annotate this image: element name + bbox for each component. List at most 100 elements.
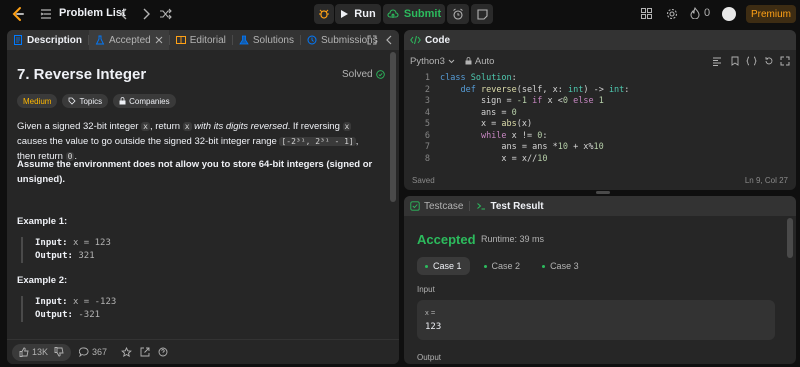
- topics-label: Topics: [79, 96, 103, 106]
- topics-badge[interactable]: Topics: [62, 94, 109, 108]
- example-title: Example 1:: [17, 216, 68, 227]
- notes-button[interactable]: [471, 4, 493, 24]
- tag-icon: [69, 97, 77, 105]
- panel-resize-handle[interactable]: [596, 191, 610, 194]
- result-scrollbar[interactable]: [787, 218, 793, 258]
- thumbs-up-icon: [19, 347, 29, 357]
- star-icon[interactable]: [121, 346, 132, 358]
- example-block: Input: x = -123 Output: -321: [21, 296, 116, 322]
- chevron-right-icon[interactable]: [140, 7, 152, 21]
- thumbs-down-icon[interactable]: [54, 347, 64, 357]
- shuffle-icon[interactable]: [159, 7, 173, 21]
- solved-label: Solved: [342, 69, 373, 80]
- input-var-value: 123: [425, 322, 442, 332]
- expand-icon[interactable]: [367, 35, 377, 45]
- braces-icon[interactable]: [746, 56, 757, 66]
- tab-solutions-label: Solutions: [252, 34, 294, 46]
- case-tab-3[interactable]: Case 3: [534, 257, 587, 275]
- tab-editorial[interactable]: Editorial: [170, 30, 232, 50]
- streak-count: 0: [704, 7, 711, 19]
- streak-counter[interactable]: 0: [690, 7, 710, 19]
- input-var-name: x =: [425, 308, 436, 317]
- play-icon: [341, 10, 349, 18]
- language-select[interactable]: Python3: [410, 56, 455, 67]
- help-icon[interactable]: [158, 347, 168, 357]
- problem-list-link[interactable]: Problem List: [59, 7, 126, 19]
- expand-icon[interactable]: [780, 56, 790, 66]
- case-tab-2[interactable]: Case 2: [476, 257, 529, 275]
- example-input: x = -123: [72, 297, 117, 307]
- leetcode-logo-icon[interactable]: [10, 6, 26, 22]
- case-label: Case 1: [433, 261, 462, 271]
- code-toolbar: Python3 Auto: [404, 50, 796, 72]
- chevron-left-icon[interactable]: [118, 7, 130, 21]
- code-tab-bar: Code: [404, 30, 796, 50]
- reset-icon[interactable]: [764, 56, 774, 66]
- like-dislike-group: 13K: [12, 343, 72, 361]
- tab-test-result-label: Test Result: [490, 200, 544, 212]
- description-scrollbar[interactable]: [390, 52, 396, 202]
- problem-list-icon[interactable]: [40, 8, 52, 20]
- run-button[interactable]: Run: [335, 4, 381, 24]
- premium-button[interactable]: Premium: [746, 5, 796, 23]
- avatar[interactable]: [722, 7, 736, 21]
- tab-code[interactable]: Code: [404, 30, 456, 50]
- code-range: [-2³¹, 2³¹ - 1]: [279, 137, 356, 146]
- document-icon: [14, 35, 22, 45]
- output-label: Output:: [35, 310, 73, 320]
- alarm-clock-icon: [453, 8, 463, 20]
- share-icon[interactable]: [140, 347, 150, 357]
- tab-test-result[interactable]: Test Result: [470, 196, 549, 216]
- problem-title: 7. Reverse Integer: [17, 66, 147, 83]
- desc-text: , return: [149, 121, 183, 132]
- code-x: x: [342, 122, 352, 131]
- tab-solutions[interactable]: Solutions: [233, 30, 300, 50]
- input-label: Input:: [35, 297, 68, 307]
- tab-editorial-label: Editorial: [189, 34, 226, 46]
- pass-dot: [425, 264, 428, 268]
- format-icon[interactable]: [712, 56, 722, 66]
- problem-badges: Medium Topics Companies: [17, 94, 176, 108]
- fire-icon: [690, 7, 700, 19]
- code-brackets-icon: [410, 35, 421, 45]
- case-tab-1[interactable]: Case 1: [417, 257, 470, 275]
- code-editor[interactable]: 1 class Solution: 2 def reverse(self, x: …: [404, 73, 796, 164]
- bug-icon: [319, 9, 329, 19]
- submit-label: Submit: [403, 8, 442, 20]
- lock-icon: [465, 57, 472, 65]
- desc-text: causes the value to go outside the signe…: [17, 136, 280, 147]
- companies-badge[interactable]: Companies: [113, 94, 176, 108]
- gear-icon[interactable]: [666, 8, 678, 20]
- desc-text: . If reversing: [287, 121, 343, 132]
- comment-count: 367: [92, 347, 108, 357]
- terminal-icon: [477, 203, 486, 210]
- like-button[interactable]: 13K: [19, 347, 48, 357]
- assumption-text: Assume the environment does not allow yo…: [17, 159, 373, 185]
- auto-label: Auto: [474, 55, 495, 67]
- tab-description-label: Description: [27, 34, 83, 46]
- code-x: x: [182, 122, 192, 131]
- timer-button[interactable]: [447, 4, 469, 24]
- example-block: Input: x = 123 Output: 321: [21, 237, 111, 263]
- debug-button[interactable]: [314, 4, 334, 24]
- collapse-icon[interactable]: [385, 35, 393, 45]
- test-result-panel: Testcase Test Result Accepted Runtime: 3…: [404, 196, 796, 364]
- tab-accepted[interactable]: Accepted: [89, 30, 169, 50]
- comments-button[interactable]: 367: [79, 347, 107, 357]
- example-title: Example 2:: [17, 275, 68, 286]
- apps-grid-icon[interactable]: [641, 8, 652, 19]
- case-label: Case 2: [491, 261, 521, 271]
- code-title: Code: [425, 34, 450, 46]
- desc-emphasis: with its digits reversed: [191, 121, 288, 132]
- submit-button[interactable]: Submit: [383, 4, 445, 24]
- close-icon[interactable]: [155, 36, 163, 44]
- code-editor-panel: Code Python3 Auto 1 class Solution: 2 def…: [404, 30, 796, 190]
- note-icon: [476, 8, 488, 20]
- output-label: Output:: [35, 251, 73, 261]
- bookmark-icon[interactable]: [731, 56, 739, 66]
- solved-status: Solved: [342, 69, 385, 80]
- left-tab-bar: Description Accepted Editorial Solutions…: [7, 30, 399, 50]
- auto-toggle[interactable]: Auto: [465, 55, 495, 67]
- tab-description[interactable]: Description: [7, 30, 88, 50]
- tab-testcase[interactable]: Testcase: [404, 196, 469, 216]
